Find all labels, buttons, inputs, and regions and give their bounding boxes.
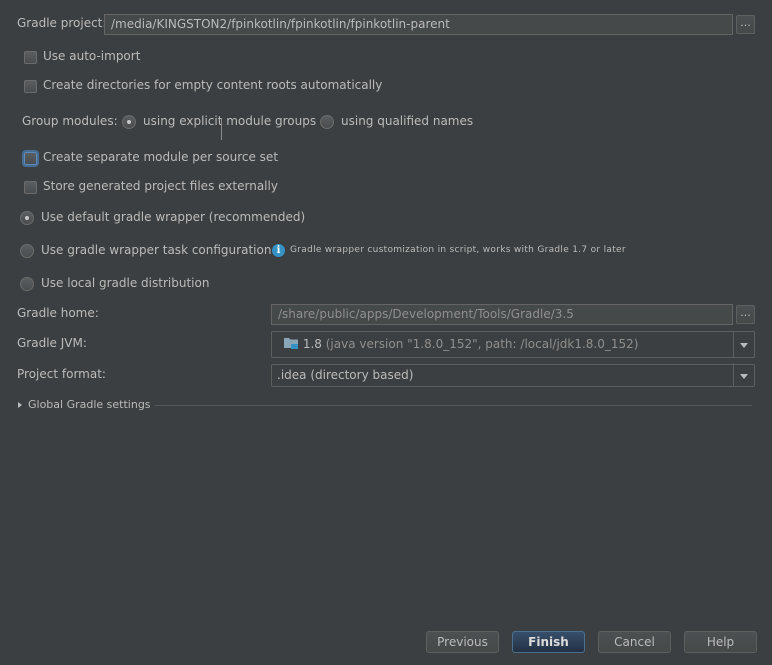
info-icon: i: [272, 244, 285, 257]
create-dirs-checkbox[interactable]: [24, 80, 37, 93]
project-format-combo[interactable]: .idea (directory based): [271, 363, 755, 387]
wrapper-info-text: Gradle wrapper customization in script, …: [290, 245, 626, 255]
auto-import-checkbox[interactable]: [24, 51, 37, 64]
gradle-project-path-field[interactable]: /media/KINGSTON2/fpinkotlin/fpinkotlin/f…: [104, 14, 733, 35]
help-button[interactable]: Help: [684, 631, 757, 653]
qualified-names-radio[interactable]: [320, 115, 334, 129]
jdk-version: 1.8: [302, 337, 322, 351]
project-format-value: .idea (directory based): [277, 368, 414, 382]
auto-import-label[interactable]: Use auto-import: [43, 49, 140, 63]
jdk-detail: (java version "1.8.0_152", path: /local/…: [325, 337, 639, 351]
separate-module-label[interactable]: Create separate module per source set: [43, 150, 278, 164]
previous-button[interactable]: Previous: [426, 631, 499, 653]
gradle-home-path-field[interactable]: /share/public/apps/Development/Tools/Gra…: [271, 304, 733, 325]
chevron-down-icon[interactable]: [733, 332, 754, 357]
create-dirs-label[interactable]: Create directories for empty content roo…: [43, 78, 382, 92]
explicit-groups-radio[interactable]: [122, 115, 136, 129]
text-cursor: [221, 118, 222, 140]
store-external-label[interactable]: Store generated project files externally: [43, 179, 278, 193]
section-divider: [155, 405, 752, 406]
wrapper-task-radio[interactable]: [20, 244, 34, 258]
gradle-project-label: Gradle project:: [17, 16, 107, 30]
default-wrapper-label[interactable]: Use default gradle wrapper (recommended): [41, 210, 305, 224]
expand-arrow-icon[interactable]: [18, 402, 22, 408]
default-wrapper-radio[interactable]: [20, 211, 34, 225]
gradle-jvm-label: Gradle JVM:: [17, 336, 87, 350]
project-format-label: Project format:: [17, 367, 106, 381]
gradle-jvm-combo[interactable]: 1.8 (java version "1.8.0_152", path: /lo…: [271, 331, 755, 358]
jdk-folder-icon: [284, 338, 298, 349]
qualified-names-label[interactable]: using qualified names: [341, 114, 473, 128]
cancel-button[interactable]: Cancel: [598, 631, 671, 653]
global-settings-label[interactable]: Global Gradle settings: [28, 398, 151, 411]
wrapper-task-label[interactable]: Use gradle wrapper task configuration: [41, 243, 271, 257]
gradle-project-browse-button[interactable]: ...: [736, 15, 755, 34]
group-modules-label: Group modules:: [22, 114, 118, 128]
finish-button[interactable]: Finish: [512, 631, 585, 653]
explicit-groups-label[interactable]: using explicit module groups: [143, 114, 316, 128]
separate-module-checkbox[interactable]: [24, 152, 37, 165]
chevron-down-icon[interactable]: [733, 363, 754, 386]
store-external-checkbox[interactable]: [24, 181, 37, 194]
gradle-home-browse-button[interactable]: ...: [736, 305, 755, 324]
gradle-home-label: Gradle home:: [17, 306, 99, 320]
global-settings-section[interactable]: Global Gradle settings: [17, 397, 753, 413]
local-distribution-label[interactable]: Use local gradle distribution: [41, 276, 209, 290]
local-distribution-radio[interactable]: [20, 277, 34, 291]
